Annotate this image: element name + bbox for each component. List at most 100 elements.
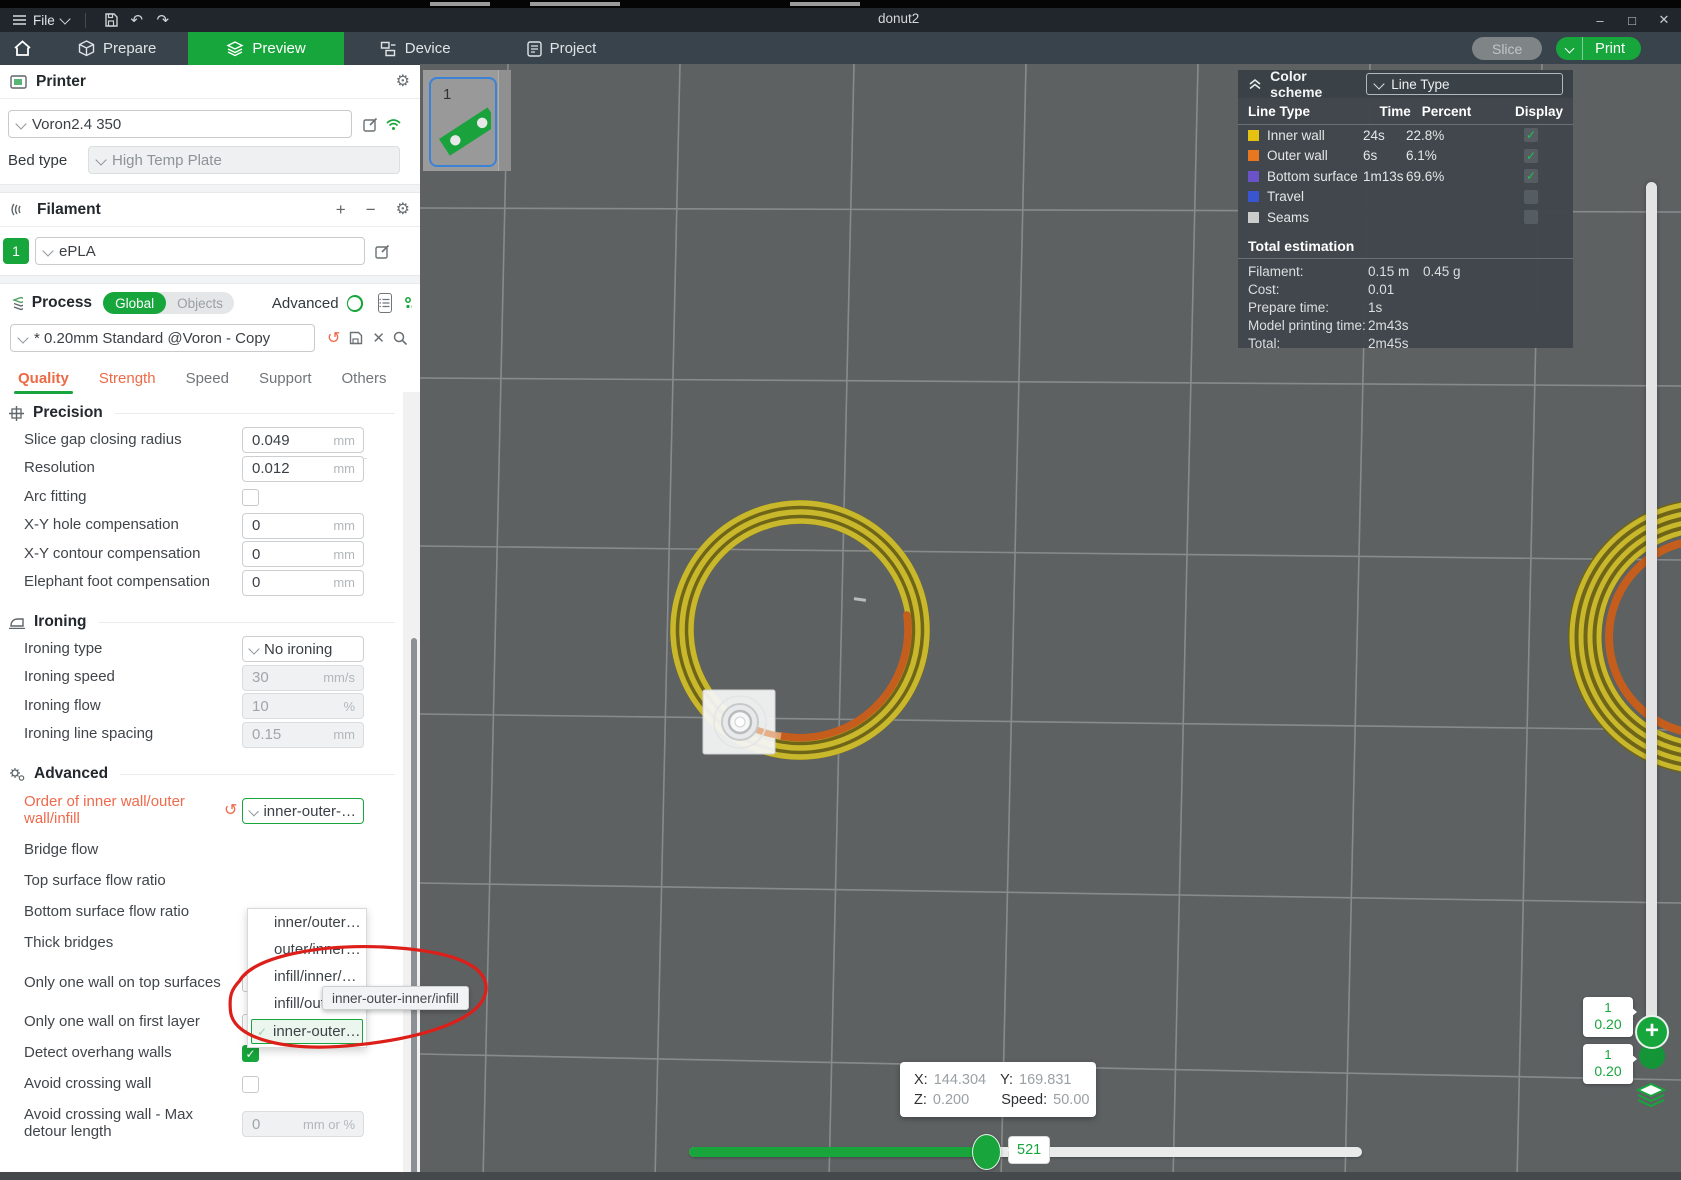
compare-presets-icon[interactable] <box>404 296 412 310</box>
layer-number: 1 <box>1604 1001 1611 1016</box>
save-preset-icon[interactable] <box>349 331 363 345</box>
process-tab-speed[interactable]: Speed <box>186 370 229 394</box>
reset-preset-icon[interactable]: ↺ <box>327 328 340 348</box>
setting-label: Ironing flow <box>24 698 229 715</box>
speed-label: Speed: <box>1001 1092 1047 1108</box>
legend-percent: 69.6% <box>1406 169 1501 184</box>
search-icon[interactable] <box>393 331 408 346</box>
process-tab-quality[interactable]: Quality <box>18 370 69 394</box>
chevron-down-icon <box>17 332 28 343</box>
redo-button[interactable]: ↷ <box>154 12 172 28</box>
display-checkbox[interactable]: ✓ <box>1524 128 1538 142</box>
printer-section-title: Printer <box>36 73 396 91</box>
setting-input[interactable]: 0mm <box>242 541 364 567</box>
setting-input[interactable]: 0mm <box>242 513 364 539</box>
revert-icon[interactable]: ↺ <box>224 803 237 819</box>
scope-global[interactable]: Global <box>103 292 166 314</box>
printer-settings-gear-icon[interactable]: ⚙ <box>396 74 410 90</box>
setting-value: 0 <box>243 574 333 591</box>
filament-name: ePLA <box>59 243 96 260</box>
layer-slider-track[interactable] <box>1646 182 1657 1020</box>
plate-thumbnail[interactable]: 1 <box>423 70 511 171</box>
setting-unit: mm <box>333 547 363 562</box>
setting-checkbox[interactable] <box>242 1076 259 1093</box>
move-slider[interactable]: 521 <box>689 1145 1362 1159</box>
tab-preview[interactable]: Preview <box>188 32 343 65</box>
undo-button[interactable]: ↶ <box>128 12 146 28</box>
close-button[interactable]: ✕ <box>1655 12 1673 28</box>
setting-control: 0mm <box>242 541 385 567</box>
file-menu[interactable]: File <box>12 13 69 28</box>
process-scope-toggle[interactable]: Global Objects <box>103 292 234 314</box>
setting-input[interactable]: 0.049mm <box>242 427 364 453</box>
chevron-down-icon <box>1374 78 1385 89</box>
plate-model-preview <box>431 79 491 161</box>
process-preset-select[interactable]: * 0.20mm Standard @Voron - Copy <box>10 324 315 352</box>
filament-section-header: Filament + − ⚙ <box>0 193 420 227</box>
layer-slider-handle[interactable]: + <box>1635 1015 1669 1049</box>
dropdown-option[interactable]: inner-outer… <box>251 1019 363 1044</box>
parameter-list-icon[interactable] <box>378 293 391 313</box>
display-checkbox[interactable] <box>1524 190 1538 204</box>
bed-type-select[interactable]: High Temp Plate <box>88 146 400 174</box>
title-bar: File ↶ ↷ donut2 – □ ✕ <box>0 8 1681 32</box>
move-slider-value: 521 <box>1017 1142 1041 1158</box>
z-value: 0.200 <box>933 1092 969 1108</box>
estimation-row: Cost:0.01 <box>1238 281 1573 299</box>
setting-checkbox[interactable] <box>242 489 259 506</box>
advanced-mode-toggle[interactable] <box>347 295 364 312</box>
scrollbar-gutter[interactable] <box>403 392 420 1172</box>
printer-select[interactable]: Voron2.4 350 <box>8 110 352 138</box>
setting-row: X-Y hole compensation0mm <box>0 512 403 541</box>
display-checkbox[interactable] <box>1524 210 1538 224</box>
settings-scroll-area[interactable]: PrecisionSlice gap closing radius0.049mm… <box>0 392 403 1172</box>
setting-label: X-Y contour compensation <box>24 546 229 563</box>
process-tab-strength[interactable]: Strength <box>99 370 156 394</box>
setting-input[interactable]: 0.012mm <box>242 456 364 482</box>
z-label: Z: <box>914 1092 927 1108</box>
save-button[interactable] <box>102 12 120 28</box>
setting-control: 30mm/s <box>242 665 385 691</box>
print-button[interactable]: Print <box>1556 37 1641 60</box>
process-tab-support[interactable]: Support <box>259 370 312 394</box>
wifi-icon[interactable] <box>385 117 402 131</box>
legend-header-row: Line Type Time Percent Display <box>1238 98 1573 124</box>
slice-button[interactable]: Slice <box>1472 37 1542 60</box>
filament-select[interactable]: ePLA <box>35 237 365 265</box>
setting-select[interactable]: inner-outer-… <box>242 798 364 824</box>
display-checkbox[interactable]: ✓ <box>1524 169 1538 183</box>
dropdown-option[interactable]: outer/inner… <box>248 936 366 963</box>
layers-view-button[interactable] <box>1634 1082 1668 1117</box>
scrollbar-thumb[interactable] <box>411 638 417 1180</box>
remove-filament-button[interactable]: − <box>366 200 376 220</box>
add-filament-button[interactable]: + <box>336 200 346 220</box>
dropdown-option[interactable]: inner/outer… <box>248 909 366 936</box>
minimize-button[interactable]: – <box>1591 13 1609 28</box>
color-scheme-select[interactable]: Line Type <box>1366 73 1563 95</box>
delete-preset-icon[interactable]: ✕ <box>372 329 385 347</box>
setting-control: 0mm <box>242 513 385 539</box>
setting-label: Order of inner wall/outer wall/infill <box>24 794 229 828</box>
tab-device[interactable]: Device <box>360 32 471 65</box>
edit-filament-icon[interactable] <box>375 244 390 259</box>
setting-label: Elephant foot compensation <box>24 574 229 591</box>
scope-objects[interactable]: Objects <box>166 296 234 311</box>
tab-project[interactable]: Project <box>507 32 617 65</box>
plate-1-thumbnail[interactable]: 1 <box>429 77 497 167</box>
collapse-icon[interactable] <box>1248 78 1261 90</box>
setting-label: Detect overhang walls <box>24 1045 229 1062</box>
setting-value: 0.15 <box>243 726 333 743</box>
move-slider-handle[interactable] <box>972 1134 1001 1170</box>
home-button[interactable] <box>0 32 44 65</box>
display-checkbox[interactable]: ✓ <box>1524 149 1538 163</box>
edit-printer-icon[interactable] <box>363 117 378 132</box>
filament-settings-gear-icon[interactable]: ⚙ <box>396 202 410 218</box>
setting-select[interactable]: No ironing <box>242 636 364 662</box>
print-options-chevron[interactable] <box>1556 37 1583 60</box>
process-tab-others[interactable]: Others <box>342 370 387 394</box>
estimation-value: 0.01 <box>1368 282 1423 297</box>
setting-input[interactable]: 0mm <box>242 570 364 596</box>
filament-slot-badge[interactable]: 1 <box>3 238 29 264</box>
tab-prepare[interactable]: Prepare <box>58 32 176 65</box>
maximize-button[interactable]: □ <box>1623 13 1641 28</box>
